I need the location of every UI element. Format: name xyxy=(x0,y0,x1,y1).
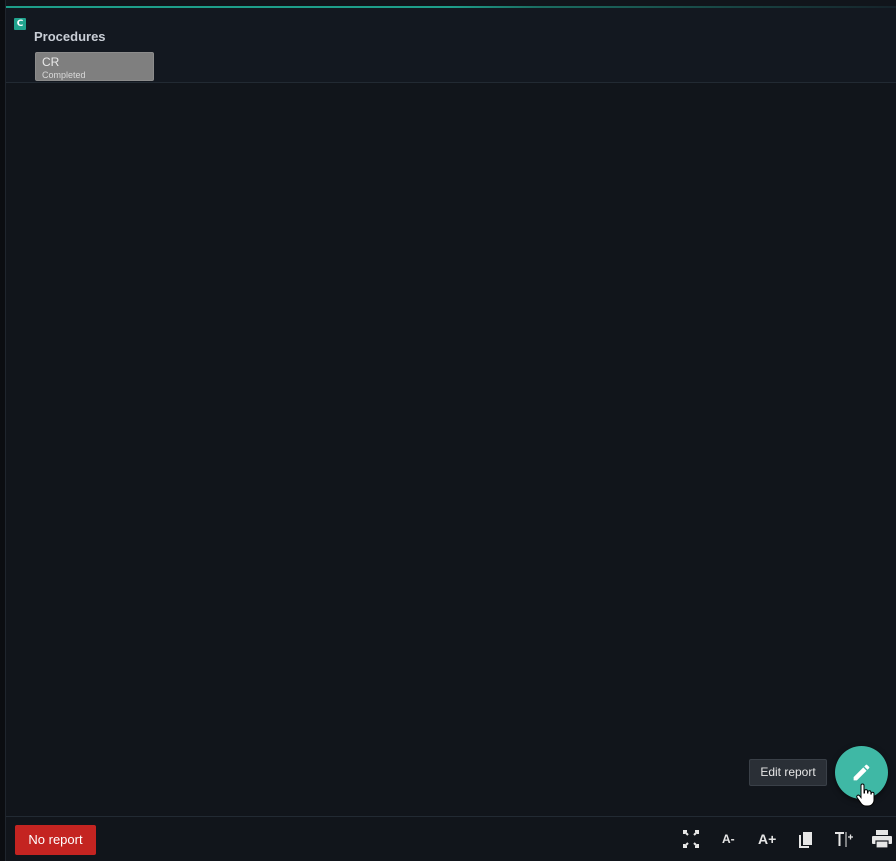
c-badge-icon: C xyxy=(14,18,26,30)
no-report-button[interactable]: No report xyxy=(15,825,96,855)
report-content-area xyxy=(6,83,896,816)
increase-font-icon[interactable]: A+ xyxy=(758,828,776,850)
copy-icon[interactable] xyxy=(798,828,814,850)
report-footer: No report A- A+ xyxy=(6,816,896,861)
hand-cursor-icon xyxy=(856,783,875,807)
decrease-font-icon[interactable]: A- xyxy=(722,828,735,850)
report-viewer: C Procedures CR Completed Edit report No… xyxy=(0,0,896,861)
procedure-chip[interactable]: CR Completed xyxy=(35,52,154,81)
edit-report-tooltip: Edit report xyxy=(749,759,827,786)
procedure-name: CR xyxy=(42,55,60,69)
fullscreen-icon[interactable] xyxy=(681,828,701,850)
text-size-icon[interactable] xyxy=(834,828,854,850)
procedure-status: Completed xyxy=(42,70,86,80)
procedures-header: C Procedures CR Completed xyxy=(6,8,896,83)
pencil-icon xyxy=(853,764,870,781)
procedures-title: Procedures xyxy=(34,29,106,44)
print-icon[interactable] xyxy=(871,828,893,850)
